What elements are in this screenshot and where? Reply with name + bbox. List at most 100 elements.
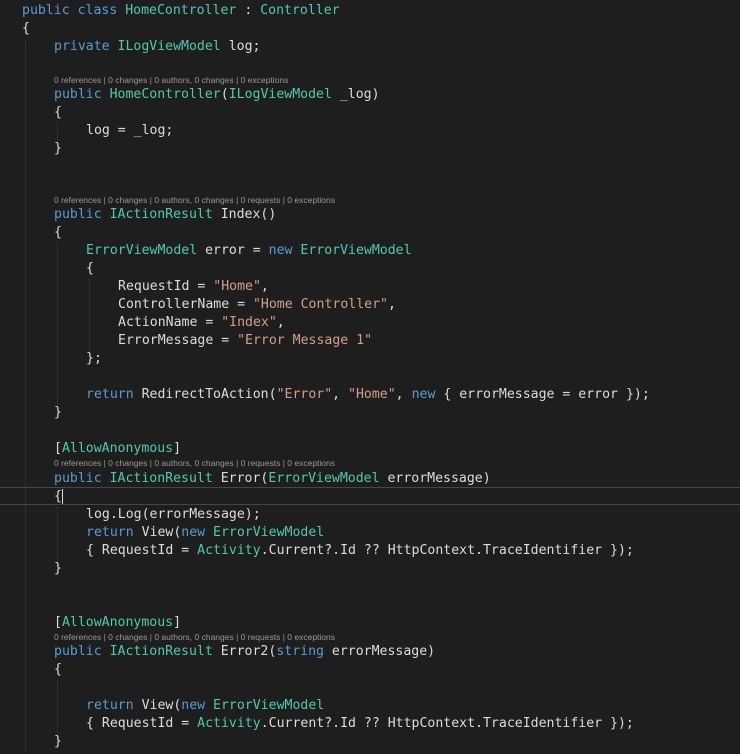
code-token: errorMessage) [379, 471, 491, 486]
code-line[interactable]: ErrorMessage = "Error Message 1" [0, 332, 740, 350]
keyword-token: new [181, 698, 214, 713]
type-token: ILogViewModel [117, 39, 221, 54]
string-token: "Error Message 1" [237, 333, 373, 348]
code-line[interactable]: } [0, 140, 740, 158]
code-line[interactable]: public HomeController(ILogViewModel _log… [0, 86, 740, 104]
type-token: IActionResult [109, 644, 213, 659]
keyword-token: new [411, 387, 436, 402]
code-token: ControllerName = [118, 297, 253, 312]
code-token: [ [54, 615, 62, 630]
code-line[interactable]: public IActionResult Error(ErrorViewMode… [0, 470, 740, 488]
code-token: _log) [331, 87, 380, 102]
code-line[interactable]: log = _log; [0, 122, 740, 140]
code-token: { [54, 225, 62, 240]
code-line[interactable]: { [0, 224, 740, 242]
codelens-error[interactable]: 0 references | 0 changes | 0 authors, 0 … [54, 457, 335, 469]
code-token: } [54, 561, 62, 576]
code-line[interactable]: ErrorViewModel error = new ErrorViewMode… [0, 242, 740, 260]
code-token: errorMessage) [323, 644, 436, 659]
type-token: ErrorViewModel [213, 525, 325, 540]
code-line[interactable]: { [0, 260, 740, 278]
keyword-token: class [77, 3, 126, 18]
code-line[interactable]: RequestId = "Home", [0, 278, 740, 296]
code-token: log.Log(errorMessage); [86, 507, 261, 522]
code-line[interactable]: ActionName = "Index", [0, 314, 740, 332]
code-token: , [276, 315, 285, 330]
code-line[interactable]: [AllowAnonymous] [0, 614, 740, 632]
code-token: Index() [212, 207, 277, 222]
code-line[interactable]: { [0, 661, 740, 679]
code-token: } [54, 405, 62, 420]
code-token: , [387, 297, 396, 312]
type-token: IActionResult [109, 207, 213, 222]
code-line[interactable]: { RequestId = Activity.Current?.Id ?? Ht… [0, 542, 740, 560]
keyword-token: return [86, 525, 142, 540]
code-line[interactable]: public IActionResult Index() [0, 206, 740, 224]
code-token: View( [141, 525, 182, 540]
code-token: , [332, 387, 349, 402]
code-line[interactable]: } [0, 733, 740, 751]
code-token: { [22, 21, 30, 36]
code-line[interactable]: return View(new ErrorViewModel [0, 524, 740, 542]
string-token: "Error" [276, 387, 333, 402]
code-token: , [260, 279, 269, 294]
code-token: .Current?.Id ?? HttpContext.TraceIdentif… [260, 716, 634, 731]
codelens-constructor[interactable]: 0 references | 0 changes | 0 authors, 0 … [54, 74, 288, 86]
code-token: , [395, 387, 412, 402]
type-token: Controller [260, 3, 340, 18]
keyword-token: public [54, 471, 110, 486]
code-line[interactable]: private ILogViewModel log; [0, 38, 740, 56]
keyword-token: public [54, 87, 110, 102]
code-token: { [86, 261, 94, 276]
code-line[interactable]: log.Log(errorMessage); [0, 506, 740, 524]
keyword-token: return [86, 387, 142, 402]
code-token: error = [197, 243, 269, 258]
code-line[interactable]: public class HomeController : Controller [0, 2, 740, 20]
type-token: Activity [197, 543, 261, 558]
code-line[interactable]: { [0, 488, 740, 506]
type-token: ErrorViewModel [213, 698, 325, 713]
string-token: "Index" [221, 315, 277, 330]
keyword-token: public [54, 644, 110, 659]
type-token: HomeController [125, 3, 237, 18]
type-token: AllowAnonymous [61, 615, 174, 630]
keyword-token: private [54, 39, 118, 54]
code-token: : [236, 3, 261, 18]
code-line[interactable]: { RequestId = Activity.Current?.Id ?? Ht… [0, 715, 740, 733]
code-line[interactable]: } [0, 560, 740, 578]
code-line[interactable]: { [0, 104, 740, 122]
code-line[interactable]: return RedirectToAction("Error", "Home",… [0, 386, 740, 404]
type-token: HomeController [109, 87, 221, 102]
code-line[interactable]: ControllerName = "Home Controller", [0, 296, 740, 314]
codelens-error2[interactable]: 0 references | 0 changes | 0 authors, 0 … [54, 631, 335, 643]
code-token: { RequestId = [86, 543, 198, 558]
keyword-token: return [86, 698, 142, 713]
code-editor[interactable]: 0 references | 0 changes | 0 authors, 0 … [0, 0, 740, 754]
codelens-index[interactable]: 0 references | 0 changes | 0 authors, 0 … [54, 194, 335, 206]
code-line[interactable]: public IActionResult Error2(string error… [0, 643, 740, 661]
code-line[interactable]: } [0, 404, 740, 422]
type-token: ILogViewModel [228, 87, 332, 102]
keyword-token: string [276, 644, 324, 659]
string-token: "Home" [348, 387, 396, 402]
keyword-token: public [22, 3, 78, 18]
code-line[interactable]: { [0, 20, 740, 38]
code-token: } [54, 734, 62, 749]
code-token: [ [54, 441, 62, 456]
code-token: { [54, 489, 62, 504]
code-token: log; [220, 39, 261, 54]
code-line[interactable]: }; [0, 350, 740, 368]
code-token: { [54, 105, 62, 120]
code-line[interactable]: [AllowAnonymous] [0, 440, 740, 458]
code-token: ] [173, 615, 182, 630]
code-token: Error2( [212, 644, 277, 659]
keyword-token: new [181, 525, 214, 540]
type-token: IActionResult [109, 471, 213, 486]
type-token: AllowAnonymous [61, 441, 174, 456]
code-token: Error( [212, 471, 269, 486]
code-token: { RequestId = [86, 716, 198, 731]
code-token: View( [141, 698, 182, 713]
code-line[interactable]: return View(new ErrorViewModel [0, 697, 740, 715]
type-token: ErrorViewModel [300, 243, 412, 258]
code-token: .Current?.Id ?? HttpContext.TraceIdentif… [260, 543, 634, 558]
